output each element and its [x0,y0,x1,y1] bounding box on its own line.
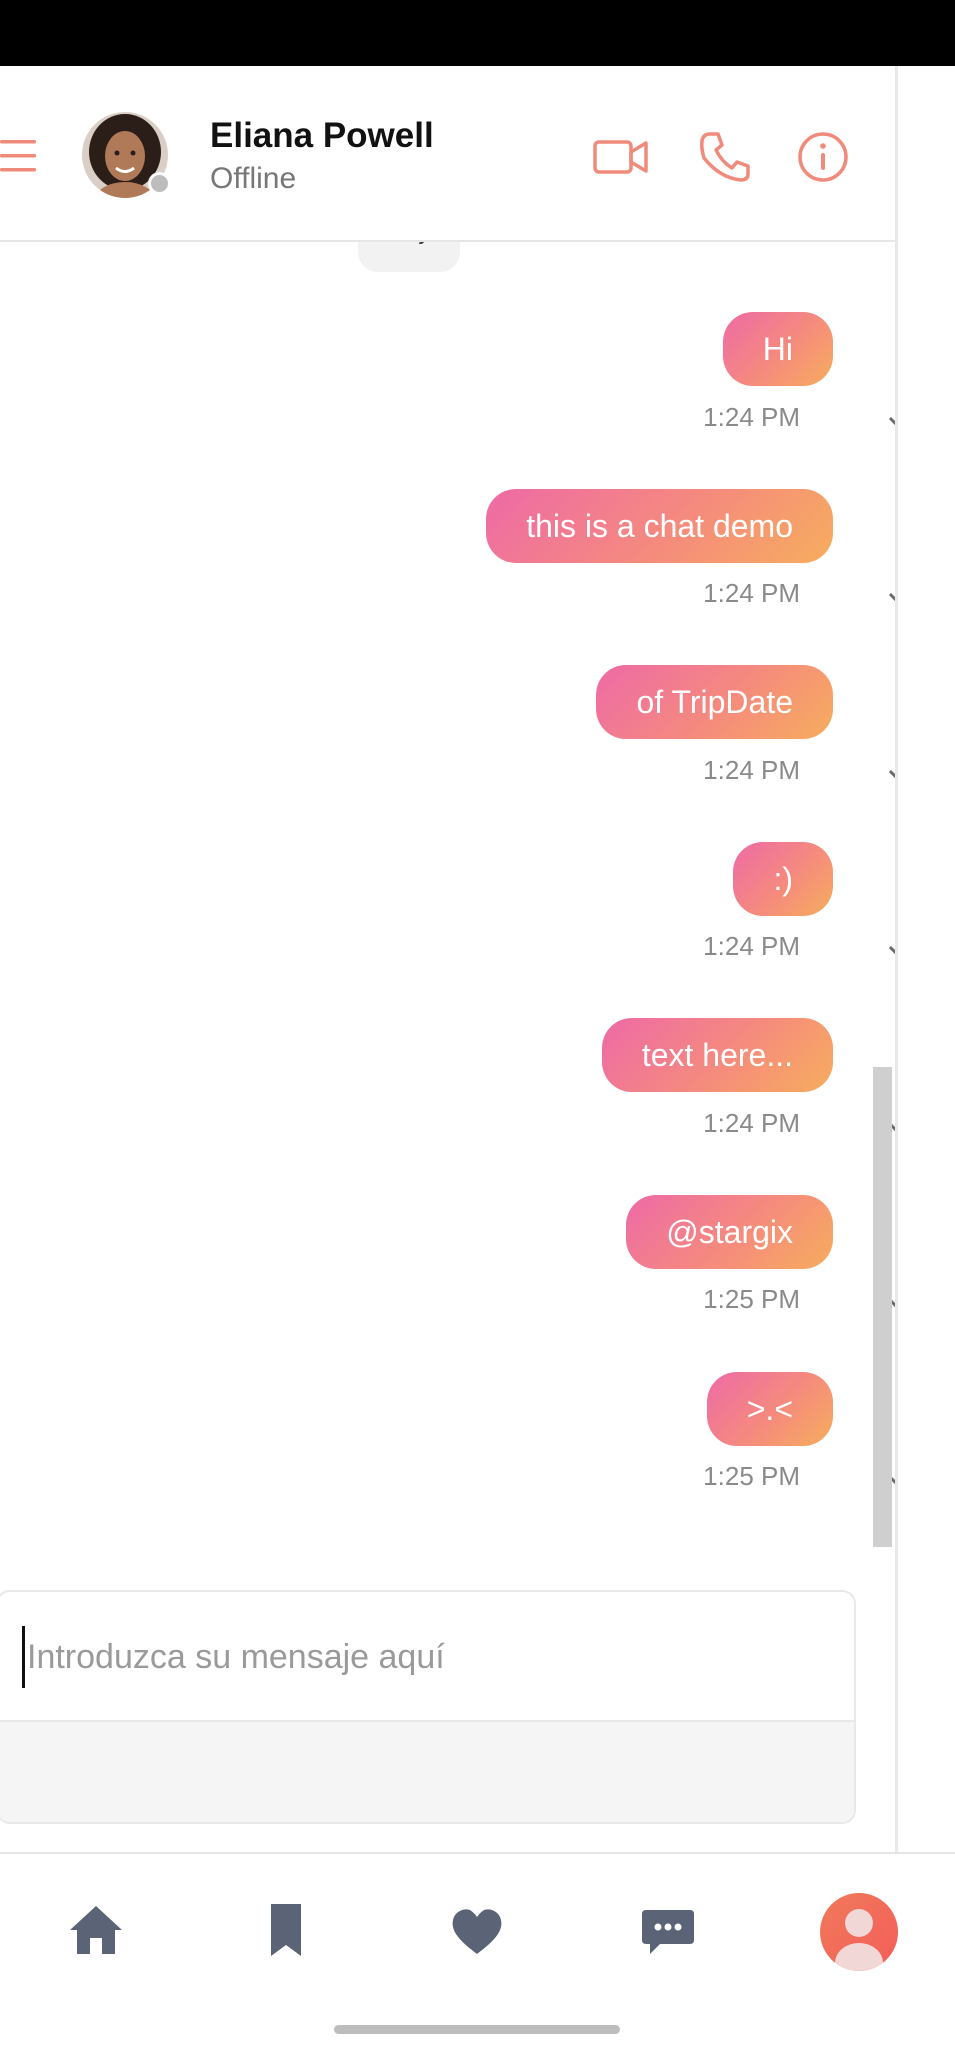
chat-icon[interactable] [638,1900,698,1960]
message-text: text here... [601,1018,833,1092]
message-time: 1:25 PM [703,1461,800,1491]
date-chip-label: Hoy [387,220,431,245]
scrollbar-thumb[interactable] [873,1067,892,1547]
message-bubble[interactable]: Hi [722,312,833,386]
side-panel [895,66,955,1852]
message-time: 1:25 PM [703,1284,800,1314]
video-call-icon[interactable] [592,128,650,186]
message-bubble[interactable]: this is a chat demo [486,489,833,563]
message-text: :) [733,842,833,916]
message-bubble[interactable]: of TripDate [596,665,833,739]
message-text: this is a chat demo [486,489,833,563]
message-time: 1:24 PM [703,402,800,432]
message-meta: 1:24 PM [703,755,800,786]
date-chip: Hoy [358,220,460,272]
heart-icon[interactable] [447,1900,507,1960]
message-bubble[interactable]: >.< [706,1372,833,1446]
message-text: >.< [706,1372,833,1446]
home-indicator[interactable] [334,2025,620,2034]
composer-input-area [0,1592,854,1720]
message-time: 1:24 PM [703,931,800,961]
message-time: 1:24 PM [703,755,800,785]
composer-toolbar [0,1720,854,1822]
message-meta: 1:24 PM [703,402,800,433]
menu-icon[interactable] [0,136,40,176]
message-text: Hi [722,312,833,386]
message-bubble[interactable]: text here... [601,1018,833,1092]
message-input[interactable] [22,1626,729,1688]
message-meta: 1:24 PM [703,1108,800,1139]
contact-name: Eliana Powell [210,116,434,155]
contact-status: Offline [210,162,297,195]
message-meta: 1:24 PM [703,578,800,609]
presence-indicator [148,172,171,195]
message-text: @stargix [626,1195,833,1269]
phone-icon[interactable] [696,128,754,186]
info-icon[interactable] [794,128,852,186]
message-composer [0,1590,856,1824]
message-bubble[interactable]: @stargix [626,1195,833,1269]
message-meta: 1:24 PM [703,931,800,962]
bookmark-icon[interactable] [256,1900,316,1960]
message-meta: 1:25 PM [703,1284,800,1315]
status-bar [0,0,955,66]
message-meta: 1:25 PM [703,1461,800,1492]
home-icon[interactable] [66,1900,126,1960]
message-text: of TripDate [596,665,833,739]
message-bubble[interactable]: :) [733,842,833,916]
message-time: 1:24 PM [703,1108,800,1138]
profile-icon[interactable] [820,1893,898,1971]
message-time: 1:24 PM [703,578,800,608]
